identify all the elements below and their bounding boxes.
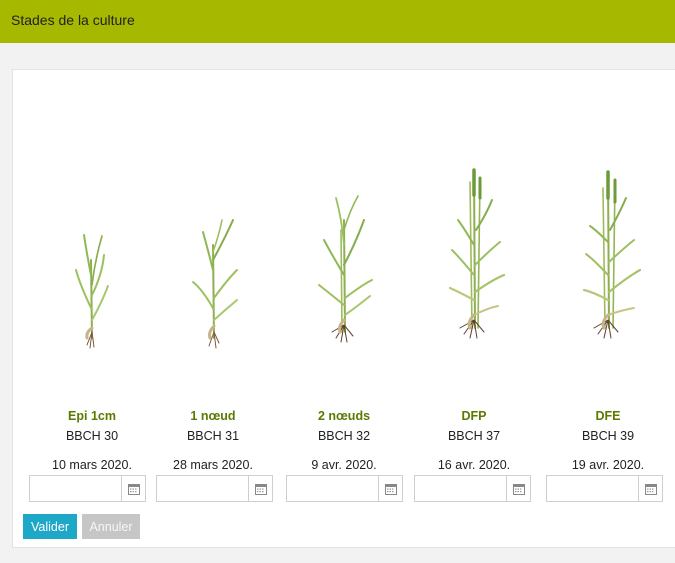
cancel-button[interactable]: Annuler <box>82 514 140 539</box>
stage-bbch-code: BBCH 32 <box>317 429 371 443</box>
calendar-button[interactable] <box>248 476 272 501</box>
stage-name: Epi 1cm <box>68 409 116 423</box>
stage-date-field-2 <box>156 475 273 502</box>
stage-date-field-3 <box>286 475 403 502</box>
calendar-icon <box>254 483 267 495</box>
calendar-icon <box>127 483 140 495</box>
calendar-button[interactable] <box>121 476 145 501</box>
stage-name: DFE <box>595 409 621 423</box>
wheat-plant-illustration <box>318 195 373 343</box>
wheat-plant-illustration <box>582 170 642 339</box>
stage-date-field-5 <box>546 475 663 502</box>
calendar-icon <box>512 483 525 495</box>
stage-estimated-date: 28 mars 2020. <box>173 458 253 472</box>
stage-date-field-1 <box>29 475 146 502</box>
page-header: Stades de la culture <box>0 0 675 43</box>
stage-bbch-code: BBCH 37 <box>447 429 501 443</box>
stage-estimated-date: 16 avr. 2020. <box>437 458 511 472</box>
stage-bbch-code: BBCH 31 <box>186 429 240 443</box>
stage-date-input[interactable] <box>30 476 122 501</box>
calendar-button[interactable] <box>638 476 662 501</box>
stage-date-field-4 <box>414 475 531 502</box>
wheat-plant-illustration <box>75 234 109 349</box>
stage-estimated-date: 9 avr. 2020. <box>311 458 377 472</box>
stage-name: 2 nœuds <box>317 409 371 423</box>
stage-bbch-code: BBCH 30 <box>65 429 119 443</box>
stage-estimated-date: 19 avr. 2020. <box>571 458 645 472</box>
stage-name: DFP <box>461 409 487 423</box>
calendar-button[interactable] <box>378 476 402 501</box>
calendar-button[interactable] <box>506 476 530 501</box>
calendar-icon <box>644 483 657 495</box>
wheat-plant-illustration <box>192 219 238 349</box>
stage-bbch-code: BBCH 39 <box>581 429 635 443</box>
stage-date-input[interactable] <box>547 476 639 501</box>
wheat-plant-illustration <box>448 168 506 339</box>
stage-estimated-date: 10 mars 2020. <box>52 458 132 472</box>
validate-button[interactable]: Valider <box>23 514 77 539</box>
crop-stages-panel: Epi 1cm BBCH 30 10 mars 2020. 1 nœud BBC… <box>12 69 675 548</box>
stage-date-input[interactable] <box>415 476 507 501</box>
page-title: Stades de la culture <box>11 12 135 28</box>
stage-date-input[interactable] <box>287 476 379 501</box>
stage-date-input[interactable] <box>157 476 249 501</box>
stage-name: 1 nœud <box>190 409 236 423</box>
calendar-icon <box>384 483 397 495</box>
